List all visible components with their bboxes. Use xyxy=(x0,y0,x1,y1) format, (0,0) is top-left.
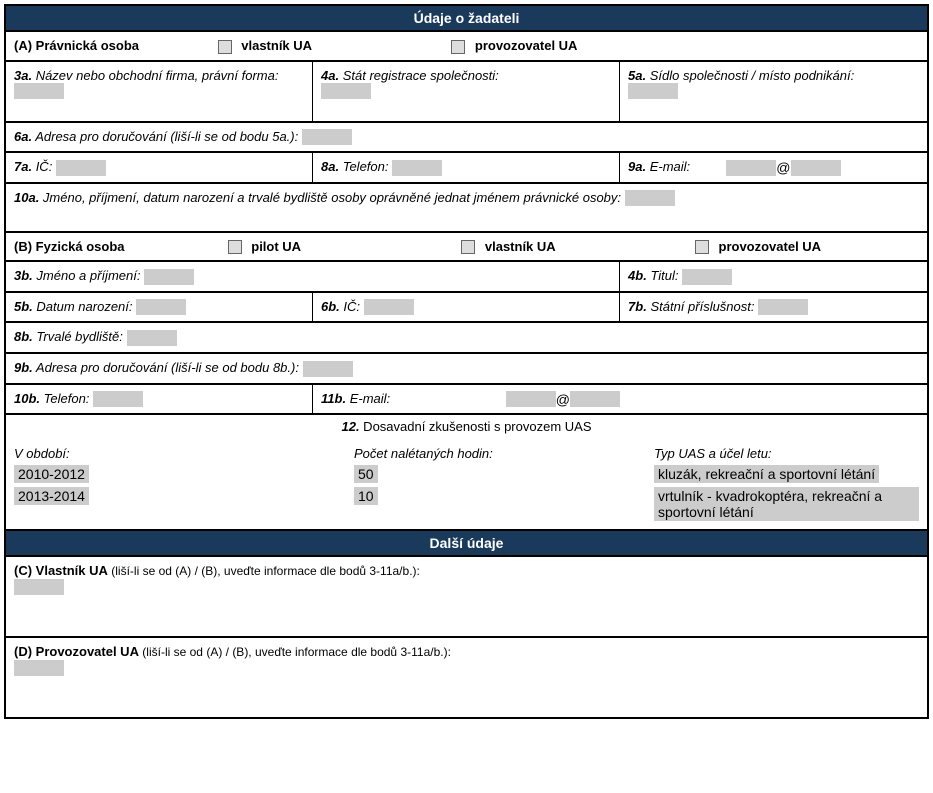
input-7a[interactable] xyxy=(56,160,106,176)
at-symbol: @ xyxy=(776,160,790,176)
checkbox-b-operator-label: provozovatel UA xyxy=(719,239,822,254)
input-3a[interactable] xyxy=(14,83,64,99)
field-8a: 8a. Telefon: xyxy=(313,153,620,183)
input-6b[interactable] xyxy=(364,299,414,315)
field-5b: 5b. Datum narození: xyxy=(6,292,313,322)
input-4b[interactable] xyxy=(682,269,732,285)
checkbox-b-owner[interactable] xyxy=(461,240,475,254)
field-9b: 9b. Adresa pro doručování (liší-li se od… xyxy=(6,353,928,383)
section-c-note: (liší-li se od (A) / (B), uveďte informa… xyxy=(108,564,420,578)
section-d-note: (liší-li se od (A) / (B), uveďte informa… xyxy=(139,645,451,659)
checkbox-a-operator-label: provozovatel UA xyxy=(475,38,578,53)
section-b-title: (B) Fyzická osoba xyxy=(14,239,125,254)
exp-row0-type[interactable]: kluzák, rekreační a sportovní létání xyxy=(654,465,879,483)
checkbox-a-owner[interactable] xyxy=(218,40,232,54)
input-9b[interactable] xyxy=(303,361,353,377)
field-7b: 7b. Státní příslušnost: xyxy=(620,292,928,322)
input-9a-left[interactable] xyxy=(726,160,776,176)
checkbox-b-pilot-label: pilot UA xyxy=(251,239,301,254)
input-d[interactable] xyxy=(14,660,64,676)
field-6b: 6b. IČ: xyxy=(313,292,620,322)
exp-row1-type[interactable]: vrtulník - kvadrokoptéra, rekreační a sp… xyxy=(654,487,919,521)
checkbox-b-operator[interactable] xyxy=(695,240,709,254)
section-a-title: (A) Právnická osoba xyxy=(14,38,139,53)
experience-header: 12. Dosavadní zkušenosti s provozem UAS xyxy=(5,414,928,438)
input-9a-right[interactable] xyxy=(791,160,841,176)
field-4a: 4a. Stát registrace společnosti: xyxy=(313,61,620,121)
input-6a[interactable] xyxy=(302,129,352,145)
at-symbol-2: @ xyxy=(556,391,570,407)
exp-row0-period[interactable]: 2010-2012 xyxy=(14,465,89,483)
section-d: (D) Provozovatel UA (liší-li se od (A) /… xyxy=(6,638,928,718)
input-8a[interactable] xyxy=(392,160,442,176)
section-c-title: (C) Vlastník UA xyxy=(14,563,108,578)
field-4b: 4b. Titul: xyxy=(620,262,928,292)
field-8b: 8b. Trvalé bydliště: xyxy=(6,323,928,353)
exp-row1-period[interactable]: 2013-2014 xyxy=(14,487,89,505)
checkbox-b-owner-label: vlastník UA xyxy=(485,239,556,254)
experience-block: V období: Počet nalétaných hodin: Typ UA… xyxy=(5,438,928,530)
exp-col1-header: V období: xyxy=(14,444,354,463)
field-3a: 3a. Název nebo obchodní firma, právní fo… xyxy=(6,61,313,121)
input-7b[interactable] xyxy=(758,299,808,315)
input-11b-left[interactable] xyxy=(506,391,556,407)
applicant-header: Údaje o žadateli xyxy=(5,5,928,31)
section-c: (C) Vlastník UA (liší-li se od (A) / (B)… xyxy=(6,557,928,637)
checkbox-a-owner-label: vlastník UA xyxy=(241,38,312,53)
form-container: Údaje o žadateli (A) Právnická osoba vla… xyxy=(4,4,929,719)
field-9a: 9a. E-mail: @ xyxy=(620,153,928,183)
checkbox-b-pilot[interactable] xyxy=(228,240,242,254)
exp-row0-hours[interactable]: 50 xyxy=(354,465,378,483)
input-4a[interactable] xyxy=(321,83,371,99)
input-5b[interactable] xyxy=(136,299,186,315)
section-b-row: (B) Fyzická osoba pilot UA vlastník UA p… xyxy=(6,232,928,261)
field-6a: 6a. Adresa pro doručování (liší-li se od… xyxy=(6,122,928,152)
field-10a: 10a. Jméno, příjmení, datum narození a t… xyxy=(6,183,928,231)
other-header: Další údaje xyxy=(5,530,928,556)
section-a-row: (A) Právnická osoba vlastník UA provozov… xyxy=(6,32,928,61)
exp-col2-header: Počet nalétaných hodin: xyxy=(354,444,654,463)
field-5a: 5a. Sídlo společnosti / místo podnikání: xyxy=(620,61,928,121)
exp-col3-header: Typ UAS a účel letu: xyxy=(654,444,919,463)
field-3b: 3b. Jméno a příjmení: xyxy=(6,262,620,292)
section-d-title: (D) Provozovatel UA xyxy=(14,644,139,659)
input-10a[interactable] xyxy=(625,190,675,206)
field-10b: 10b. Telefon: xyxy=(6,384,313,414)
field-7a: 7a. IČ: xyxy=(6,153,313,183)
exp-row1-hours[interactable]: 10 xyxy=(354,487,378,505)
input-c[interactable] xyxy=(14,579,64,595)
field-11b: 11b. E-mail: @ xyxy=(313,384,928,414)
input-5a[interactable] xyxy=(628,83,678,99)
input-11b-right[interactable] xyxy=(570,391,620,407)
input-3b[interactable] xyxy=(144,269,194,285)
checkbox-a-operator[interactable] xyxy=(451,40,465,54)
input-8b[interactable] xyxy=(127,330,177,346)
input-10b[interactable] xyxy=(93,391,143,407)
